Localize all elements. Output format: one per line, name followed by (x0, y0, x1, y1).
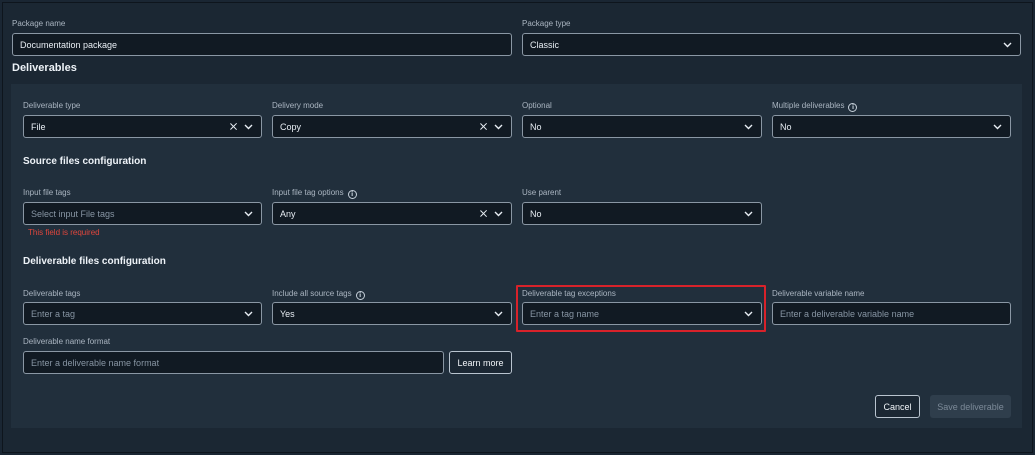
chevron-down-icon[interactable] (744, 124, 753, 130)
input-file-tag-options-select[interactable]: Any (272, 202, 512, 225)
input-file-tag-options-label: Input file tag options i (272, 188, 357, 199)
use-parent-value: No (530, 208, 542, 219)
name-format-input[interactable]: Enter a deliverable name format (23, 351, 444, 374)
clear-icon[interactable] (479, 209, 488, 218)
delivery-mode-value: Copy (280, 121, 302, 132)
use-parent-select[interactable]: No (522, 202, 762, 225)
include-source-tags-label: Include all source tags i (272, 289, 365, 300)
chevron-down-icon[interactable] (494, 211, 503, 217)
optional-value: No (530, 121, 542, 132)
variable-name-placeholder: Enter a deliverable variable name (780, 308, 915, 319)
input-file-tag-options-text: Input file tag options (272, 188, 344, 197)
info-icon[interactable]: i (848, 103, 858, 112)
package-type-select[interactable]: Classic (522, 33, 1021, 56)
tag-exceptions-highlight (516, 285, 766, 332)
optional-label: Optional (522, 101, 552, 110)
chevron-down-icon[interactable] (744, 211, 753, 217)
include-source-tags-select[interactable]: Yes (272, 302, 512, 325)
name-format-placeholder: Enter a deliverable name format (31, 357, 160, 368)
use-parent-label: Use parent (522, 188, 562, 197)
chevron-down-icon[interactable] (244, 211, 253, 217)
deliverable-tags-placeholder: Enter a tag (31, 308, 76, 319)
package-type-value: Classic (530, 39, 560, 50)
deliverable-type-label: Deliverable type (23, 101, 81, 110)
source-files-heading: Source files configuration (23, 156, 147, 167)
input-file-tags-error: This field is required (28, 228, 100, 237)
deliverable-files-heading: Deliverable files configuration (23, 256, 166, 267)
deliverable-type-select[interactable]: File (23, 115, 262, 138)
input-file-tags-select[interactable]: Select input File tags (23, 202, 262, 225)
input-file-tag-options-value: Any (280, 208, 296, 219)
chevron-down-icon[interactable] (244, 124, 253, 130)
deliverable-tags-select[interactable]: Enter a tag (23, 302, 262, 325)
deliverables-heading: Deliverables (12, 62, 77, 74)
save-deliverable-button[interactable]: Save deliverable (930, 395, 1011, 418)
input-file-tags-placeholder: Select input File tags (31, 208, 115, 219)
chevron-down-icon[interactable] (1003, 42, 1012, 48)
package-name-input[interactable]: Documentation package (12, 33, 512, 56)
chevron-down-icon[interactable] (494, 124, 503, 130)
chevron-down-icon[interactable] (244, 311, 253, 317)
package-type-label: Package type (522, 19, 571, 28)
include-source-tags-text: Include all source tags (272, 289, 352, 298)
learn-more-button[interactable]: Learn more (449, 351, 512, 374)
input-file-tags-label: Input file tags (23, 188, 71, 197)
deliverable-tags-label: Deliverable tags (23, 289, 81, 298)
variable-name-input[interactable]: Enter a deliverable variable name (772, 302, 1011, 325)
multiple-deliverables-text: Multiple deliverables (772, 101, 845, 110)
clear-icon[interactable] (229, 122, 238, 131)
include-source-tags-value: Yes (280, 308, 295, 319)
package-name-label: Package name (12, 19, 66, 28)
info-icon[interactable]: i (355, 291, 365, 300)
info-icon[interactable]: i (347, 190, 357, 199)
delivery-mode-select[interactable]: Copy (272, 115, 512, 138)
multiple-deliverables-label: Multiple deliverables i (772, 101, 858, 112)
multiple-deliverables-select[interactable]: No (772, 115, 1011, 138)
deliverable-type-value: File (31, 121, 46, 132)
delivery-mode-label: Delivery mode (272, 101, 324, 110)
cancel-button[interactable]: Cancel (875, 395, 920, 418)
chevron-down-icon[interactable] (993, 124, 1002, 130)
variable-name-label: Deliverable variable name (772, 289, 865, 298)
clear-icon[interactable] (479, 122, 488, 131)
package-name-value: Documentation package (20, 39, 118, 50)
multiple-deliverables-value: No (780, 121, 792, 132)
optional-select[interactable]: No (522, 115, 762, 138)
name-format-label: Deliverable name format (23, 337, 111, 346)
chevron-down-icon[interactable] (494, 311, 503, 317)
